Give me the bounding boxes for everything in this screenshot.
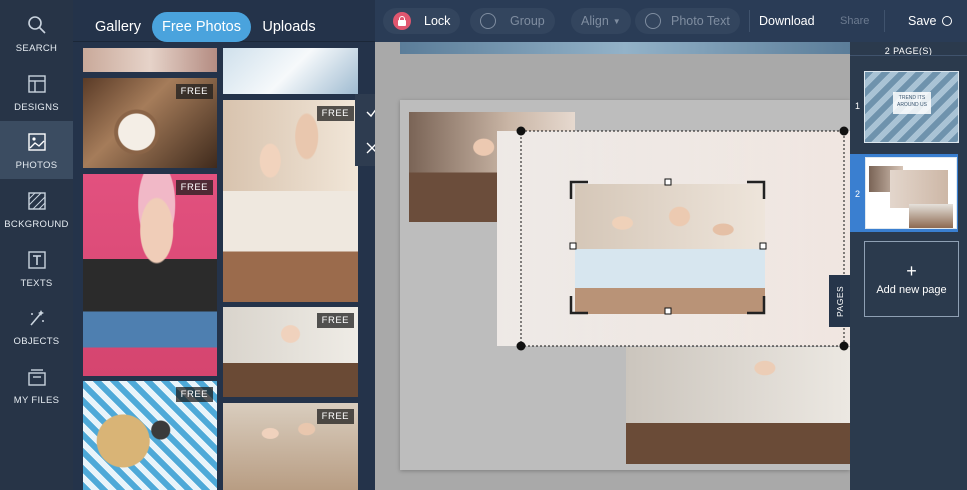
tab-gallery[interactable]: Gallery <box>87 12 149 42</box>
free-badge: FREE <box>316 313 354 328</box>
objects-icon <box>29 309 44 326</box>
free-badge: FREE <box>175 84 213 99</box>
rail-photos[interactable]: PHOTOS <box>0 121 73 179</box>
group-button[interactable]: Group <box>470 8 555 34</box>
pages-divider <box>850 55 967 56</box>
lock-label: Lock <box>424 14 451 28</box>
free-badge: FREE <box>316 409 354 424</box>
rail-search-label: SEARCH <box>15 42 58 54</box>
chevron-down-icon: ▼ <box>612 16 621 26</box>
rail-search[interactable]: SEARCH <box>0 4 73 62</box>
photo-thumb[interactable] <box>223 48 358 94</box>
lock-icon <box>393 12 411 30</box>
group-icon <box>480 13 496 29</box>
design-page[interactable] <box>400 100 850 470</box>
tab-uploads[interactable]: Uploads <box>256 12 322 42</box>
download-button[interactable]: Download <box>749 8 825 34</box>
photo-text-icon <box>645 13 661 29</box>
photo-thumb[interactable]: FREE <box>223 100 358 302</box>
designs-icon <box>27 74 46 93</box>
previous-page-edge <box>400 42 850 54</box>
add-page-label: Add new page <box>876 284 947 296</box>
crop-selection[interactable] <box>400 100 850 470</box>
group-label: Group <box>510 14 545 28</box>
page-thumb-1[interactable]: TREND ITS AROUND US <box>864 71 959 143</box>
rail-texts-label: TEXTS <box>20 277 53 289</box>
rail-objects[interactable]: OBJECTS <box>0 297 73 355</box>
rail-designs-label: DESIGNS <box>14 101 59 113</box>
align-dropdown[interactable]: Align ▼ <box>571 8 631 34</box>
rail-designs[interactable]: DESIGNS <box>0 63 73 121</box>
my-files-icon <box>27 368 46 386</box>
page-thumb-1-title: TREND ITS AROUND US <box>893 92 931 114</box>
rail-texts[interactable]: TEXTS <box>0 239 73 297</box>
rail-objects-label: OBJECTS <box>13 335 60 347</box>
rail-my-files-label: MY FILES <box>13 394 60 406</box>
pages-tab[interactable]: PAGES <box>829 275 851 327</box>
top-toolbar: Lock Group Align ▼ Photo Text Download S… <box>375 0 967 42</box>
background-icon <box>27 191 46 210</box>
free-badge: FREE <box>175 180 213 195</box>
photo-thumb[interactable]: FREE <box>83 78 217 168</box>
tab-free-photos[interactable]: Free Photos <box>152 12 251 42</box>
free-badge: FREE <box>316 106 354 121</box>
page-thumb-2 <box>865 157 957 229</box>
photo-thumb[interactable]: FREE <box>223 403 358 490</box>
toolbar-divider <box>884 10 885 32</box>
align-label: Align <box>581 14 609 28</box>
photos-panel: Gallery Free Photos Uploads FREE FREE FR… <box>73 0 375 490</box>
rail-my-files[interactable]: MY FILES <box>0 356 73 414</box>
rail-background-label: BCKGROUND <box>4 218 69 230</box>
left-rail: SEARCH DESIGNS PHOTOS BCKGROUND TEXTS OB… <box>0 0 73 490</box>
photo-thumb[interactable]: FREE <box>83 174 217 376</box>
panel-tabs: Gallery Free Photos Uploads <box>73 0 375 42</box>
photo-thumb[interactable] <box>83 48 217 72</box>
thumb-photo <box>890 170 948 208</box>
save-button[interactable]: Save <box>898 8 962 34</box>
save-label: Save <box>908 14 937 28</box>
rail-background[interactable]: BCKGROUND <box>0 180 73 238</box>
canvas-workspace[interactable] <box>375 42 850 490</box>
rail-photos-label: PHOTOS <box>15 159 58 171</box>
lock-button[interactable]: Lock <box>383 8 461 34</box>
plus-icon: + <box>906 261 917 281</box>
photo-thumb[interactable]: FREE <box>83 381 217 490</box>
photo-text-label: Photo Text <box>671 14 730 28</box>
page-thumb-2-selected[interactable]: 2 <box>850 154 958 232</box>
photos-icon <box>27 132 46 151</box>
page-number: 2 <box>855 189 861 199</box>
add-page-button[interactable]: + Add new page <box>864 241 959 317</box>
free-badge: FREE <box>175 387 213 402</box>
share-button[interactable]: Share <box>830 8 879 34</box>
pages-sidebar: 2 PAGE(S) 1 TREND ITS AROUND US 2 + Add … <box>850 42 967 490</box>
thumb-photo <box>909 204 953 228</box>
page-number: 1 <box>855 101 861 111</box>
photo-text-button[interactable]: Photo Text <box>635 8 740 34</box>
texts-icon <box>27 250 46 269</box>
search-icon <box>27 15 46 34</box>
photo-thumb[interactable]: FREE <box>223 307 358 397</box>
save-status-icon <box>941 16 952 26</box>
